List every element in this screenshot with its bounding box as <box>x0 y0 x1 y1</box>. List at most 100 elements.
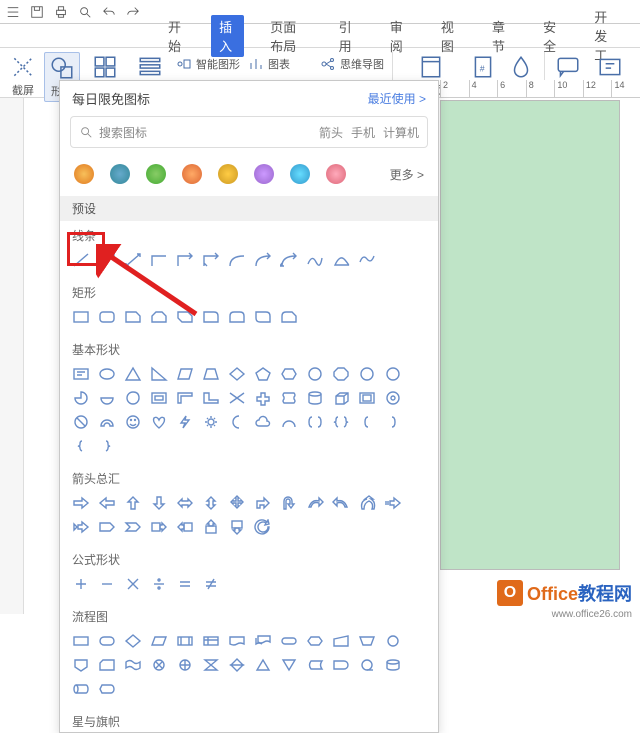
featured-icon[interactable] <box>218 164 238 184</box>
ribbon-screenshot[interactable]: 截屏 <box>6 52 40 100</box>
featured-icon[interactable] <box>182 164 202 184</box>
featured-icon[interactable] <box>110 164 130 184</box>
shape-donut[interactable] <box>382 388 404 408</box>
shape-scribble[interactable] <box>304 250 326 270</box>
shape-arrow-callout-r[interactable] <box>148 517 170 537</box>
shape-hexagon[interactable] <box>278 364 300 384</box>
print-icon[interactable] <box>54 5 68 19</box>
shape-card[interactable] <box>96 655 118 675</box>
shape-round-rect[interactable] <box>96 307 118 327</box>
shape-free[interactable] <box>356 250 378 270</box>
shape-stored[interactable] <box>304 655 326 675</box>
tab-insert[interactable]: 插入 <box>211 15 244 57</box>
shape-round2d[interactable] <box>252 307 274 327</box>
shape-arrow-pentagon[interactable] <box>96 517 118 537</box>
shape-textbox[interactable] <box>70 364 92 384</box>
shape-pie[interactable] <box>70 388 92 408</box>
shape-lshape[interactable] <box>200 388 222 408</box>
shape-chord[interactable] <box>96 388 118 408</box>
shape-can[interactable] <box>304 388 326 408</box>
shape-doc[interactable] <box>226 631 248 651</box>
shape-plus[interactable] <box>252 388 274 408</box>
shape-moon[interactable] <box>226 412 248 432</box>
shape-bracket[interactable] <box>304 412 326 432</box>
tab-start[interactable]: 开始 <box>160 15 193 57</box>
tab-section[interactable]: 章节 <box>484 15 517 57</box>
more-link[interactable]: 更多 > <box>390 166 424 183</box>
shape-cloud[interactable] <box>252 412 274 432</box>
shape-cube[interactable] <box>330 388 352 408</box>
shape-arrow-curved-u[interactable] <box>356 493 378 513</box>
menu-icon[interactable] <box>6 5 20 19</box>
shape-tape[interactable] <box>122 655 144 675</box>
shape-snip1[interactable] <box>122 307 144 327</box>
shape-arrow-uturn[interactable] <box>278 493 300 513</box>
shape-no[interactable] <box>70 412 92 432</box>
shape-terminator[interactable] <box>278 631 300 651</box>
shape-rect[interactable] <box>70 307 92 327</box>
shape-offpage[interactable] <box>70 655 92 675</box>
shape-arrow-bent[interactable] <box>252 493 274 513</box>
shape-process[interactable] <box>70 631 92 651</box>
shape-collate[interactable] <box>200 655 222 675</box>
shape-curve-arrow[interactable] <box>252 250 274 270</box>
featured-icon[interactable] <box>254 164 274 184</box>
shape-line[interactable] <box>70 250 92 270</box>
tab-review[interactable]: 审阅 <box>382 15 415 57</box>
shape-smiley[interactable] <box>122 412 144 432</box>
shape-heart[interactable] <box>148 412 170 432</box>
shape-divide[interactable] <box>148 574 170 594</box>
shape-manual-op[interactable] <box>356 631 378 651</box>
shape-plaque[interactable] <box>278 388 300 408</box>
shape-round1[interactable] <box>200 307 222 327</box>
shape-alt[interactable] <box>96 631 118 651</box>
shape-delay[interactable] <box>330 655 352 675</box>
suggestion[interactable]: 箭头 <box>319 124 343 141</box>
shape-sum[interactable] <box>148 655 170 675</box>
shape-elbow-arrow[interactable] <box>174 250 196 270</box>
ribbon-chart[interactable]: 图表 <box>246 52 314 76</box>
tab-reference[interactable]: 引用 <box>331 15 364 57</box>
shape-parallelogram[interactable] <box>174 364 196 384</box>
shape-decision[interactable] <box>122 631 144 651</box>
shape-display[interactable] <box>96 679 118 699</box>
shape-lightning[interactable] <box>174 412 196 432</box>
shape-rtriangle[interactable] <box>148 364 170 384</box>
shape-heptagon[interactable] <box>304 364 326 384</box>
shape-arrow-l[interactable] <box>96 493 118 513</box>
shape-extract[interactable] <box>252 655 274 675</box>
shape-not-equal[interactable] <box>200 574 222 594</box>
shape-seq[interactable] <box>356 655 378 675</box>
shape-multidoc[interactable] <box>252 631 274 651</box>
shape-curve[interactable] <box>226 250 248 270</box>
tab-security[interactable]: 安全 <box>535 15 568 57</box>
save-icon[interactable] <box>30 5 44 19</box>
shape-arrow-line[interactable] <box>96 250 118 270</box>
shape-rbracket[interactable] <box>382 412 404 432</box>
shape-internal[interactable] <box>200 631 222 651</box>
shape-magnetic[interactable] <box>382 655 404 675</box>
tab-layout[interactable]: 页面布局 <box>262 15 312 57</box>
shape-arrow-r[interactable] <box>70 493 92 513</box>
recent-link[interactable]: 最近使用 > <box>368 90 426 107</box>
shape-arrow-chevron[interactable] <box>122 517 144 537</box>
shape-snip2d[interactable] <box>174 307 196 327</box>
shape-arrow-callout-d[interactable] <box>226 517 248 537</box>
shape-brace[interactable] <box>330 412 352 432</box>
shape-arrow-quad[interactable] <box>226 493 248 513</box>
shape-pentagon[interactable] <box>252 364 274 384</box>
shape-frame[interactable] <box>148 388 170 408</box>
shape-block-arc[interactable] <box>96 412 118 432</box>
shape-or[interactable] <box>174 655 196 675</box>
shape-halfframe[interactable] <box>174 388 196 408</box>
shape-connector[interactable] <box>382 631 404 651</box>
shape-sort[interactable] <box>226 655 248 675</box>
shape-predef[interactable] <box>174 631 196 651</box>
featured-icon[interactable] <box>326 164 346 184</box>
shape-snipround[interactable] <box>278 307 300 327</box>
shape-decagon[interactable] <box>356 364 378 384</box>
tab-view[interactable]: 视图 <box>433 15 466 57</box>
shape-arrow-circular[interactable] <box>252 517 274 537</box>
shape-diamond[interactable] <box>226 364 248 384</box>
featured-icon[interactable] <box>146 164 166 184</box>
